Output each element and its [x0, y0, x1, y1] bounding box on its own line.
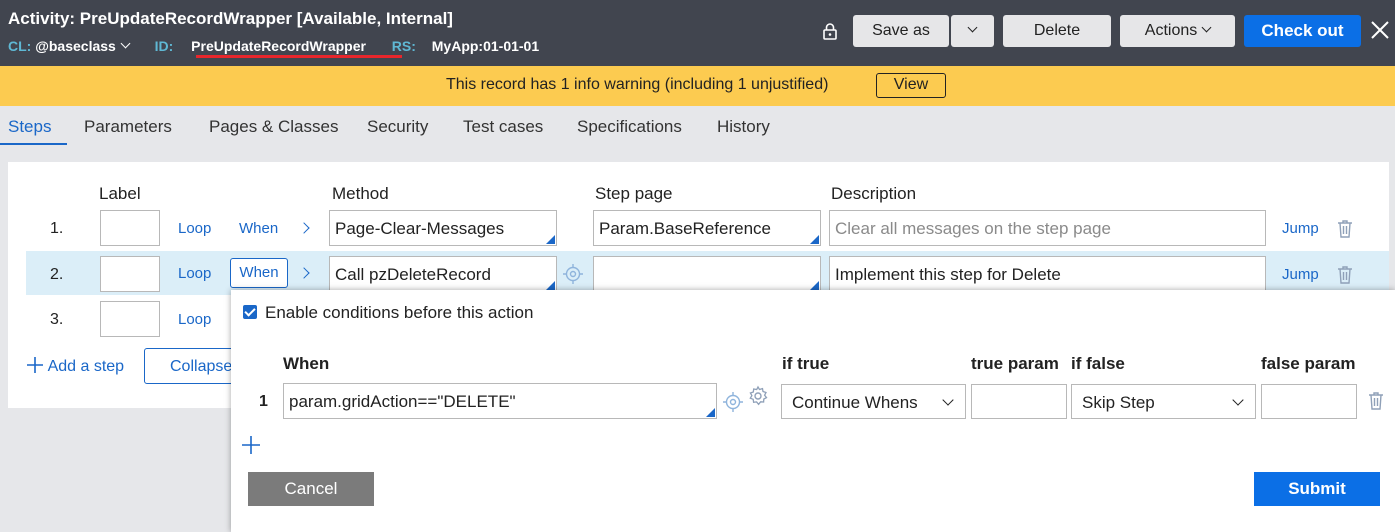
when-link[interactable]: When	[239, 220, 278, 237]
gear-icon[interactable]	[747, 385, 769, 407]
record-title: Activity: PreUpdateRecordWrapper [Availa…	[8, 9, 453, 28]
true-param-input[interactable]	[971, 384, 1067, 419]
ruleset-key: RS:	[391, 38, 416, 54]
class-value[interactable]: @baseclass	[35, 38, 131, 54]
method-column-header: Method	[332, 184, 389, 203]
tab-bar: Steps Parameters Pages & Classes Securit…	[0, 106, 1395, 146]
plus-icon	[27, 357, 43, 373]
tab-parameters[interactable]: Parameters	[84, 117, 172, 137]
enable-conditions-label: Enable conditions before this action	[265, 303, 534, 322]
chevron-down-icon	[120, 38, 131, 49]
enable-conditions-checkbox[interactable]	[243, 305, 257, 319]
loop-link[interactable]: Loop	[178, 220, 211, 237]
tab-history[interactable]: History	[717, 117, 770, 137]
loop-link[interactable]: Loop	[178, 265, 211, 282]
record-meta: CL: @baseclass ID: PreUpdateRecordWrappe…	[8, 38, 539, 54]
trash-icon[interactable]	[1337, 219, 1353, 238]
ruleset-value: MyApp:01-01-01	[431, 38, 540, 54]
active-tab-indicator	[0, 143, 67, 145]
lock-icon	[823, 23, 837, 40]
step-label-input[interactable]	[100, 301, 160, 337]
jump-link[interactable]: Jump	[1282, 220, 1319, 237]
chevron-down-icon	[1232, 394, 1244, 406]
actions-button[interactable]: Actions	[1120, 15, 1235, 47]
step-page-field[interactable]	[593, 256, 821, 292]
view-warnings-button[interactable]: View	[876, 73, 946, 98]
false-param-input[interactable]	[1261, 384, 1357, 419]
condition-number: 1	[259, 393, 268, 410]
warning-banner: This record has 1 info warning (includin…	[0, 66, 1395, 106]
collapse-button[interactable]: Collapse	[144, 348, 244, 384]
loop-link[interactable]: Loop	[178, 311, 211, 328]
close-icon[interactable]	[1369, 19, 1391, 41]
id-value: PreUpdateRecordWrapper	[191, 38, 366, 54]
trash-icon[interactable]	[1337, 265, 1353, 284]
if-false-column-header: if false	[1071, 354, 1125, 373]
label-column-header: Label	[99, 184, 141, 203]
add-condition-icon[interactable]	[241, 435, 261, 455]
if-true-select[interactable]: Continue Whens	[781, 384, 966, 419]
chevron-down-icon	[967, 22, 978, 33]
step-number: 2.	[50, 266, 64, 283]
add-step-button[interactable]: Add a step	[26, 356, 124, 376]
submit-button[interactable]: Submit	[1254, 472, 1380, 506]
tab-steps[interactable]: Steps	[8, 117, 51, 137]
step-page-column-header: Step page	[595, 184, 673, 203]
false-param-column-header: false param	[1261, 354, 1356, 373]
chevron-down-icon	[1201, 22, 1212, 33]
save-as-dropdown-button[interactable]	[951, 15, 994, 47]
true-param-column-header: true param	[971, 354, 1059, 373]
id-underline-annotation	[196, 55, 402, 58]
description-field[interactable]: Implement this step for Delete	[829, 256, 1266, 292]
tab-security[interactable]: Security	[367, 117, 428, 137]
cancel-button[interactable]: Cancel	[248, 472, 374, 506]
crosshair-icon[interactable]	[722, 391, 744, 413]
method-field[interactable]: Call pzDeleteRecord	[329, 256, 557, 292]
step-label-input[interactable]	[100, 210, 160, 246]
delete-button[interactable]: Delete	[1003, 15, 1111, 47]
if-true-column-header: if true	[782, 354, 830, 373]
if-false-select[interactable]: Skip Step	[1071, 384, 1256, 419]
when-button-active[interactable]: When	[230, 258, 288, 288]
chevron-down-icon	[942, 394, 954, 406]
class-key: CL:	[8, 38, 32, 54]
check-out-button[interactable]: Check out	[1244, 15, 1361, 47]
save-as-button[interactable]: Save as	[853, 15, 949, 47]
id-key: ID:	[154, 38, 174, 54]
tab-test-cases[interactable]: Test cases	[463, 117, 543, 137]
step-page-field[interactable]: Param.BaseReference	[593, 210, 821, 246]
description-field[interactable]: Clear all messages on the step page	[829, 210, 1266, 246]
when-column-header: When	[283, 354, 330, 373]
step-label-input[interactable]	[100, 256, 160, 292]
step-number: 3.	[50, 311, 64, 328]
step-number: 1.	[50, 220, 64, 237]
description-column-header: Description	[831, 184, 917, 203]
warning-text: This record has 1 info warning (includin…	[446, 76, 829, 93]
when-condition-field[interactable]: param.gridAction=="DELETE"	[283, 383, 717, 419]
jump-link[interactable]: Jump	[1282, 266, 1319, 283]
trash-icon[interactable]	[1368, 391, 1384, 410]
tab-specifications[interactable]: Specifications	[577, 117, 682, 137]
method-field[interactable]: Page-Clear-Messages	[329, 210, 557, 246]
tab-pages-classes[interactable]: Pages & Classes	[209, 117, 338, 137]
crosshair-icon[interactable]	[562, 263, 584, 285]
